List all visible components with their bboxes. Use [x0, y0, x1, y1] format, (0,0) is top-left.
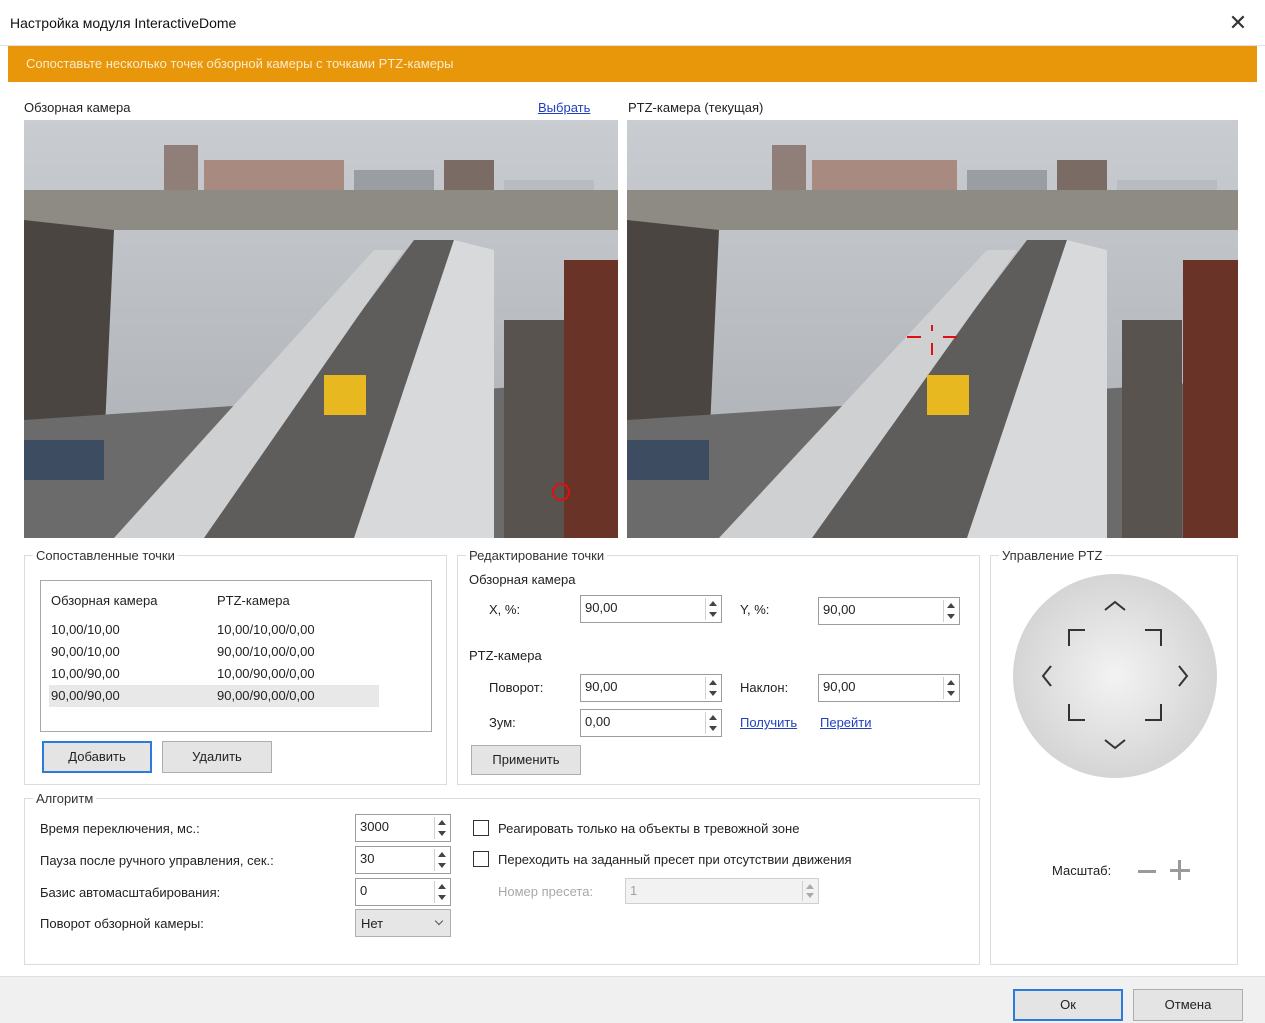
zoom-in-icon[interactable]	[1170, 860, 1190, 880]
calibration-marker-icon	[552, 483, 570, 501]
pause-value: 30	[360, 851, 375, 866]
rotation-select[interactable]: Нет	[355, 909, 451, 937]
spin-arrows-icon[interactable]	[943, 600, 957, 622]
y-percent-spinbox[interactable]: 90,00	[818, 597, 960, 625]
ptz-left-icon	[1041, 665, 1052, 687]
autoscale-spinbox[interactable]: 0	[355, 878, 451, 906]
spin-arrows-icon[interactable]	[943, 677, 957, 699]
row-ptz-cell: 10,00/10,00/0,00	[217, 622, 315, 637]
spin-arrows-icon[interactable]	[434, 881, 448, 903]
ptz-up-left-icon	[1068, 629, 1085, 646]
table-row[interactable]: 90,00/10,00 90,00/10,00/0,00	[49, 641, 379, 663]
hint-banner-text: Сопоставьте несколько точек обзорной кам…	[26, 56, 454, 71]
ptz-crosshair-icon	[907, 321, 957, 355]
rotation-label: Поворот обзорной камеры:	[40, 916, 204, 931]
y-label: Y, %:	[740, 602, 770, 617]
tilt-spinbox[interactable]: 90,00	[818, 674, 960, 702]
mapped-points-list[interactable]: Обзорная камера PTZ-камера 10,00/10,00 1…	[40, 580, 432, 732]
rotation-select-value: Нет	[361, 916, 384, 931]
pan-value: 90,00	[585, 679, 618, 694]
alarm-zone-checkbox[interactable]	[473, 820, 489, 836]
column-header-overview[interactable]: Обзорная камера	[51, 593, 157, 608]
row-overview-cell: 90,00/90,00	[51, 688, 120, 703]
table-row-selected[interactable]: 90,00/90,00 90,00/90,00/0,00	[49, 685, 379, 707]
pan-spinbox[interactable]: 90,00	[580, 674, 722, 702]
zoom-value: 0,00	[585, 714, 611, 729]
preset-checkbox-label[interactable]: Переходить на заданный пресет при отсутс…	[498, 852, 852, 867]
x-percent-value: 90,00	[585, 600, 618, 615]
hint-banner: Сопоставьте несколько точек обзорной кам…	[8, 46, 1257, 82]
algorithm-title: Алгоритм	[33, 791, 97, 806]
spin-arrows-icon[interactable]	[434, 849, 448, 871]
overview-camera-label: Обзорная камера	[24, 100, 131, 115]
edit-overview-section: Обзорная камера	[469, 572, 576, 587]
row-ptz-cell: 10,00/90,00/0,00	[217, 666, 315, 681]
add-point-button[interactable]: Добавить	[42, 741, 152, 773]
alarm-zone-checkbox-label[interactable]: Реагировать только на объекты в тревожно…	[498, 821, 799, 836]
row-overview-cell: 90,00/10,00	[51, 644, 120, 659]
edit-ptz-section: PTZ-камера	[469, 648, 542, 663]
zoom-scale-label: Масштаб:	[1052, 863, 1112, 878]
ok-button[interactable]: Ок	[1013, 989, 1123, 1021]
spin-arrows-icon[interactable]	[705, 677, 719, 699]
pause-label: Пауза после ручного управления, сек.:	[40, 853, 274, 868]
column-header-ptz[interactable]: PTZ-камера	[217, 593, 290, 608]
get-position-link[interactable]: Получить	[740, 715, 797, 730]
chevron-down-icon	[434, 916, 444, 926]
apply-button[interactable]: Применить	[471, 745, 581, 775]
x-percent-spinbox[interactable]: 90,00	[580, 595, 722, 623]
ptz-camera-label: PTZ-камера (текущая)	[628, 100, 764, 115]
preset-number-value: 1	[630, 883, 638, 898]
preset-checkbox[interactable]	[473, 851, 489, 867]
cancel-button[interactable]: Отмена	[1133, 989, 1243, 1021]
pan-label: Поворот:	[489, 680, 544, 695]
autoscale-value: 0	[360, 883, 368, 898]
close-button[interactable]: ✕	[1225, 10, 1251, 36]
ptz-control-title: Управление PTZ	[999, 548, 1106, 563]
row-overview-cell: 10,00/10,00	[51, 622, 120, 637]
zoom-out-icon[interactable]	[1138, 870, 1156, 873]
ptz-down-right-icon	[1145, 704, 1162, 721]
spin-arrows-icon[interactable]	[434, 817, 448, 839]
row-overview-cell: 10,00/90,00	[51, 666, 120, 681]
overview-camera-image	[24, 120, 618, 538]
y-percent-value: 90,00	[823, 602, 856, 617]
ptz-down-left-icon	[1068, 704, 1085, 721]
ptz-down-icon	[1104, 739, 1126, 750]
zoom-spinbox[interactable]: 0,00	[580, 709, 722, 737]
switch-time-label: Время переключения, мс.:	[40, 821, 200, 836]
spin-arrows-icon[interactable]	[705, 598, 719, 620]
x-label: X, %:	[489, 602, 521, 617]
autoscale-label: Базис автомасштабирования:	[40, 885, 221, 900]
ptz-joystick[interactable]	[1013, 574, 1217, 778]
spin-arrows-icon[interactable]	[705, 712, 719, 734]
switch-time-value: 3000	[360, 819, 389, 834]
zoom-label: Зум:	[489, 715, 516, 730]
mapped-points-title: Сопоставленные точки	[33, 548, 178, 563]
tilt-label: Наклон:	[740, 680, 789, 695]
window-title: Настройка модуля InteractiveDome	[10, 15, 237, 31]
table-row[interactable]: 10,00/90,00 10,00/90,00/0,00	[49, 663, 379, 685]
ptz-camera-view[interactable]	[627, 120, 1238, 538]
edit-point-title: Редактирование точки	[466, 548, 608, 563]
delete-point-button[interactable]: Удалить	[162, 741, 272, 773]
tilt-value: 90,00	[823, 679, 856, 694]
preset-number-label: Номер пресета:	[498, 884, 594, 899]
select-camera-link[interactable]: Выбрать	[538, 100, 590, 115]
ptz-up-right-icon	[1145, 629, 1162, 646]
preset-number-spinbox: 1	[625, 878, 819, 904]
table-row[interactable]: 10,00/10,00 10,00/10,00/0,00	[49, 619, 379, 641]
ptz-up-icon	[1104, 600, 1126, 611]
row-ptz-cell: 90,00/10,00/0,00	[217, 644, 315, 659]
spin-arrows-icon	[802, 881, 816, 901]
title-bar: Настройка модуля InteractiveDome ✕	[0, 0, 1265, 46]
row-ptz-cell: 90,00/90,00/0,00	[217, 688, 315, 703]
pause-spinbox[interactable]: 30	[355, 846, 451, 874]
goto-position-link[interactable]: Перейти	[820, 715, 872, 730]
switch-time-spinbox[interactable]: 3000	[355, 814, 451, 842]
overview-camera-view[interactable]	[24, 120, 618, 538]
ptz-right-icon	[1178, 665, 1189, 687]
